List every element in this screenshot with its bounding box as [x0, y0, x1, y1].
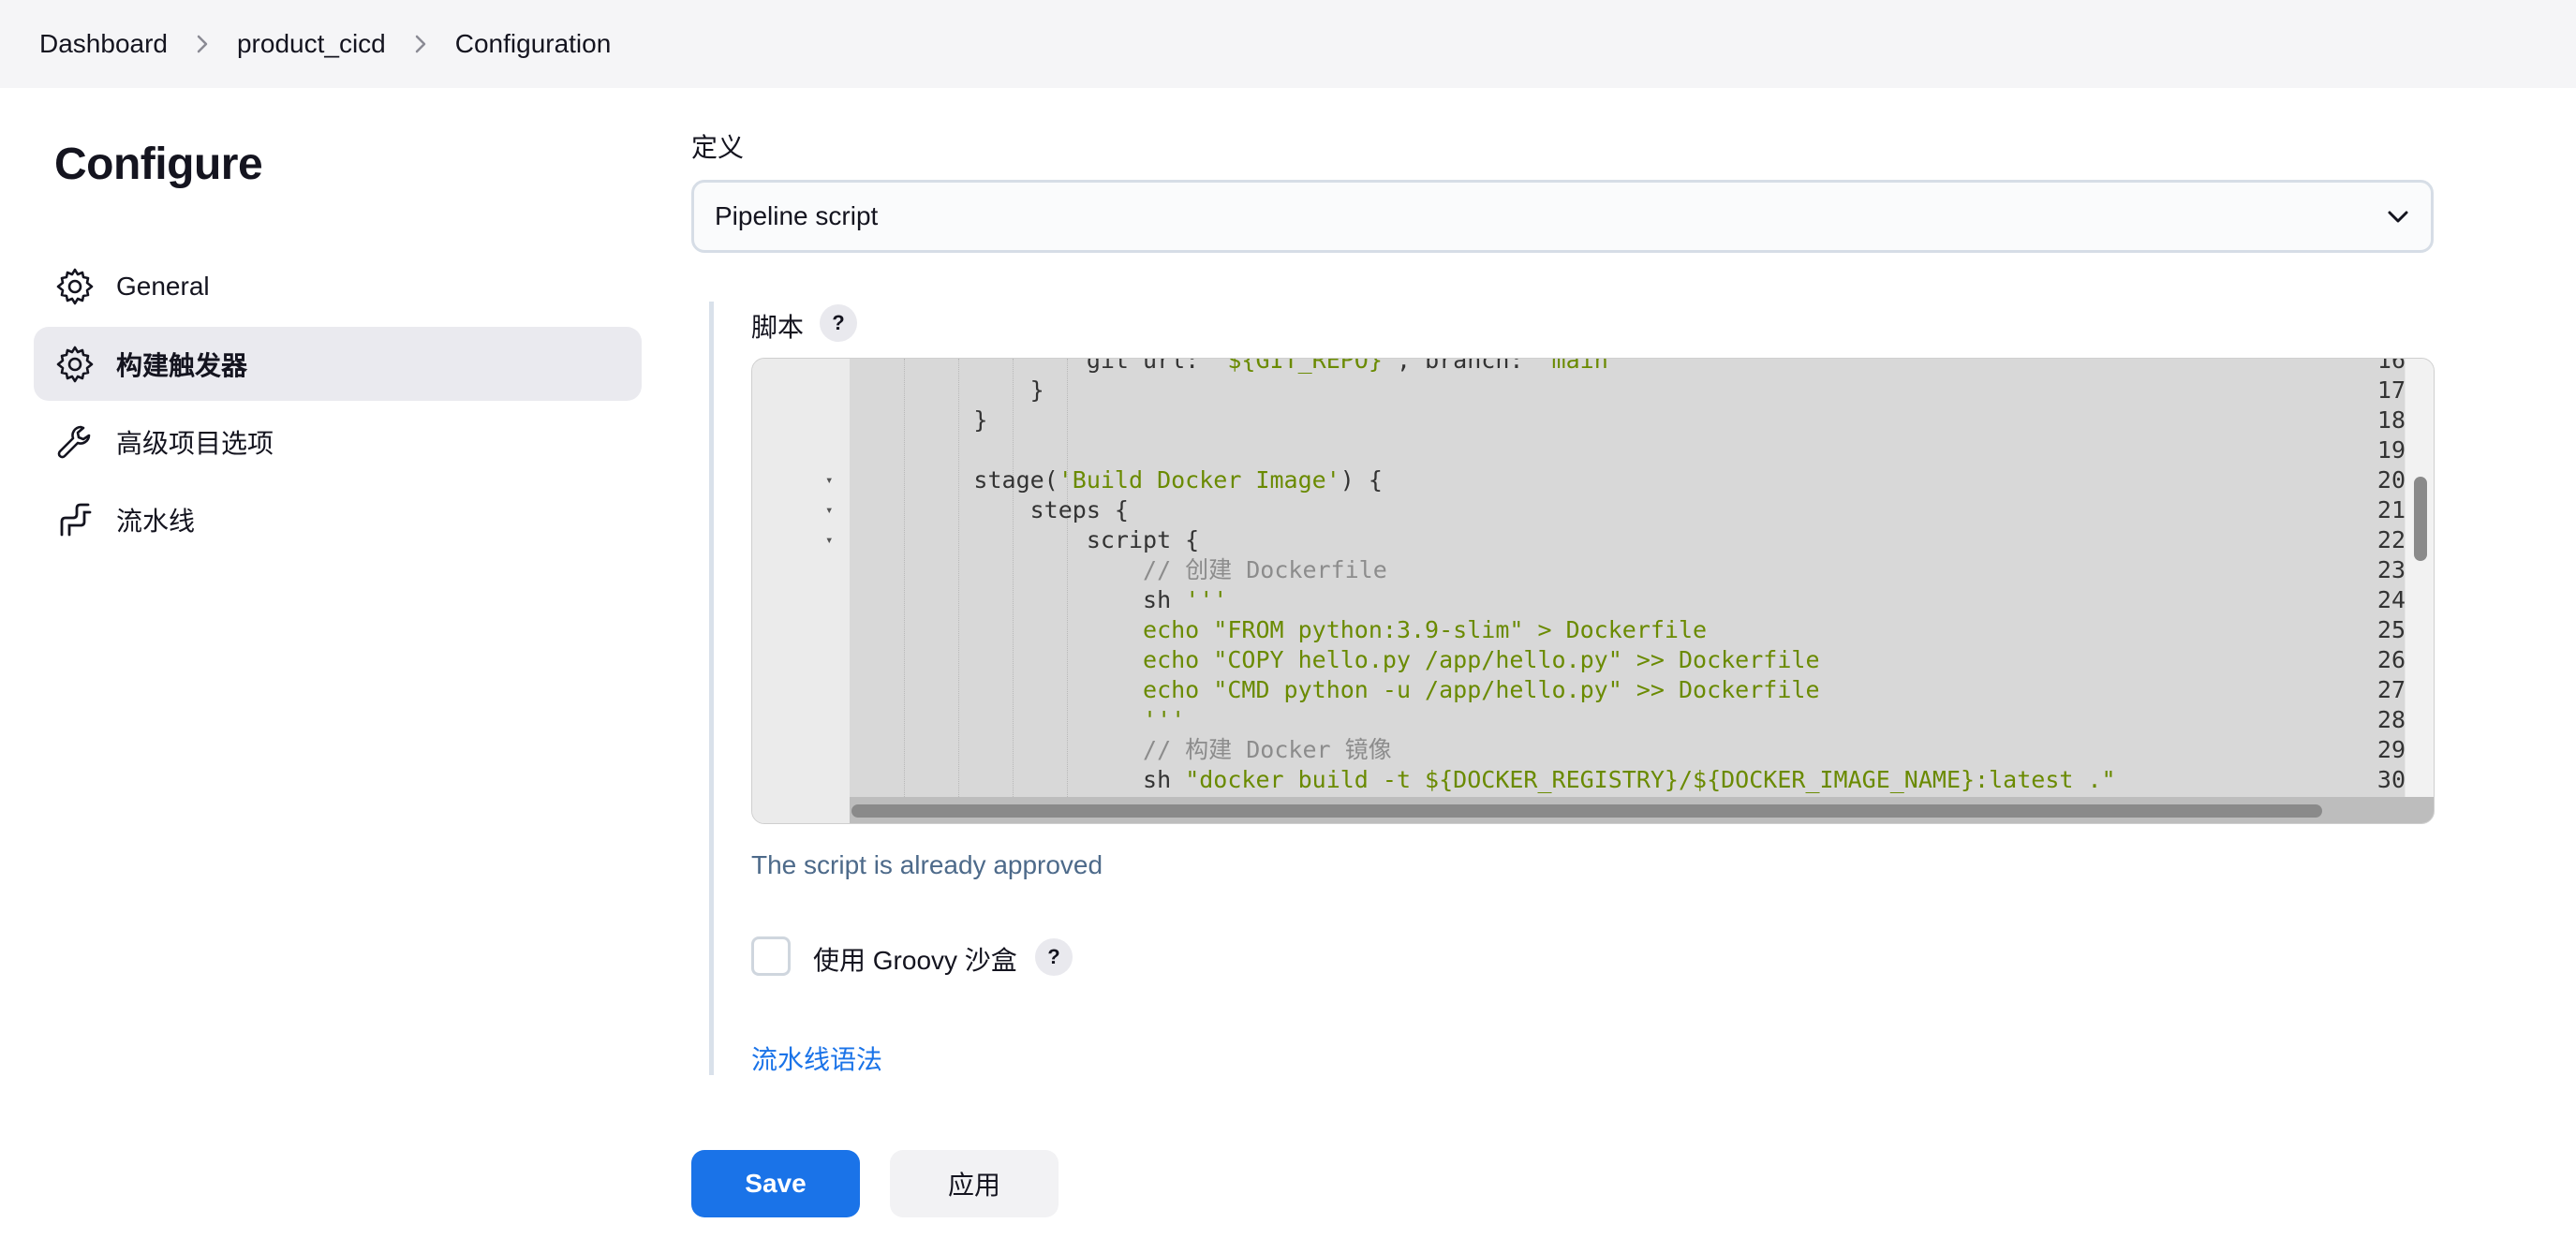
code-text: } [861, 406, 988, 434]
sidebar-item-general[interactable]: General [34, 249, 642, 323]
code-text: ''' [1143, 706, 1186, 733]
script-help-button[interactable]: ? [820, 304, 857, 342]
code-text: } [861, 376, 1044, 404]
sidebar-item-advanced[interactable]: 高级项目选项 [34, 405, 642, 479]
code-line: 21 ▾ steps { [752, 495, 2434, 525]
code-text: sh "docker build -t ${DOCKER_REGISTRY}/$… [861, 766, 2116, 793]
definition-selected-value: Pipeline script [715, 201, 879, 230]
sidebar-item-label: 流水线 [116, 506, 196, 536]
groovy-sandbox-help-button[interactable]: ? [1035, 938, 1073, 976]
code-text: echo "COPY hello.py /app/hello.py" >> Do… [1143, 646, 1820, 673]
line-number: 29 [2376, 736, 2406, 763]
section-indent-bar [709, 302, 714, 1075]
breadcrumb-configuration[interactable]: Configuration [455, 29, 612, 59]
definition-select[interactable]: Pipeline script [691, 180, 2434, 253]
chevron-right-icon [194, 34, 211, 54]
code-line: 20 ▾ stage('Build Docker Image') { [752, 465, 2434, 495]
line-number: 22 [2376, 526, 2406, 553]
code-line: 19 [752, 435, 2434, 465]
fold-arrow-icon[interactable]: ▾ [825, 495, 833, 525]
code-line: 27 echo "CMD python -u /app/hello.py" >>… [752, 675, 2434, 705]
pipeline-syntax-link[interactable]: 流水线语法 [751, 1039, 882, 1077]
code-text: // 构建 Docker 镜像 [1143, 736, 1392, 763]
sidebar-item-build-triggers[interactable]: 构建触发器 [34, 327, 642, 401]
fold-arrow-icon[interactable]: ▾ [825, 525, 833, 555]
code-line: 28 ''' [752, 705, 2434, 735]
page-title: Configure [54, 140, 263, 189]
script-label: 脚本 [751, 313, 805, 342]
breadcrumb: Dashboard product_cicd Configuration [0, 0, 2576, 88]
code-line: 22 ▾ script { [752, 525, 2434, 555]
breadcrumb-dashboard[interactable]: Dashboard [39, 29, 168, 59]
code-text: sh ''' [861, 586, 1228, 613]
line-number: 18 [2376, 406, 2406, 434]
line-number: 25 [2376, 616, 2406, 643]
code-text: // 创建 Dockerfile [1143, 556, 1387, 583]
fold-arrow-icon[interactable]: ▾ [825, 465, 833, 495]
line-number: 26 [2376, 646, 2406, 673]
line-number: 27 [2376, 676, 2406, 703]
chevron-right-icon [412, 34, 429, 54]
code-line: 30 sh "docker build -t ${DOCKER_REGISTRY… [752, 765, 2434, 795]
chevron-down-icon [2388, 211, 2408, 223]
line-number: 17 [2376, 376, 2406, 404]
sidebar-item-label: 高级项目选项 [116, 428, 274, 458]
code-text: echo "FROM python:3.9-slim" > Dockerfile [1143, 616, 1708, 643]
gear-icon [54, 266, 96, 307]
line-number: 16 [2376, 358, 2406, 374]
line-number: 28 [2376, 706, 2406, 733]
script-approved-text: The script is already approved [751, 850, 1103, 879]
code-text: echo "CMD python -u /app/hello.py" >> Do… [1143, 676, 1820, 703]
line-number: 23 [2376, 556, 2406, 583]
horizontal-scrollbar-thumb[interactable] [851, 804, 2322, 818]
sidebar-item-label: 构建触发器 [116, 350, 248, 380]
line-number: 24 [2376, 586, 2406, 613]
script-editor[interactable]: 16 git url: "${GIT_REPO}", branch: 'main… [751, 358, 2435, 824]
breadcrumb-product[interactable]: product_cicd [237, 29, 386, 59]
definition-label: 定义 [691, 133, 745, 162]
code-line: 16 git url: "${GIT_REPO}", branch: 'main… [752, 358, 2434, 376]
code-line: 17 } [752, 376, 2434, 405]
code-text: stage('Build Docker Image') { [861, 466, 1383, 494]
code-text: git url: "${GIT_REPO}", branch: 'main' [861, 358, 1622, 374]
wrench-icon [54, 421, 96, 463]
vertical-scrollbar-thumb[interactable] [2414, 477, 2427, 561]
code-text: script { [861, 526, 1200, 553]
groovy-sandbox-checkbox[interactable] [751, 936, 791, 976]
line-number: 20 [2376, 466, 2406, 494]
code-line: 18 } [752, 405, 2434, 435]
code-line: 23 // 创建 Dockerfile [752, 555, 2434, 585]
vertical-scrollbar[interactable] [2406, 359, 2434, 799]
apply-button[interactable]: 应用 [890, 1150, 1059, 1217]
sidebar-item-label: General [116, 271, 210, 301]
line-number: 30 [2376, 766, 2406, 793]
line-number: 21 [2376, 496, 2406, 523]
code-line: 25 echo "FROM python:3.9-slim" > Dockerf… [752, 615, 2434, 645]
sidebar-item-pipeline[interactable]: 流水线 [34, 482, 642, 556]
code-line: 24 sh ''' [752, 585, 2434, 615]
line-number: 19 [2376, 436, 2406, 464]
gear-icon [54, 344, 96, 385]
code-line: 26 echo "COPY hello.py /app/hello.py" >>… [752, 645, 2434, 675]
pipeline-icon [54, 499, 96, 540]
save-button[interactable]: Save [691, 1150, 860, 1217]
code-line: 29 // 构建 Docker 镜像 [752, 735, 2434, 765]
code-text: steps { [861, 496, 1129, 523]
groovy-sandbox-label: 使用 Groovy 沙盒 [813, 946, 1017, 975]
